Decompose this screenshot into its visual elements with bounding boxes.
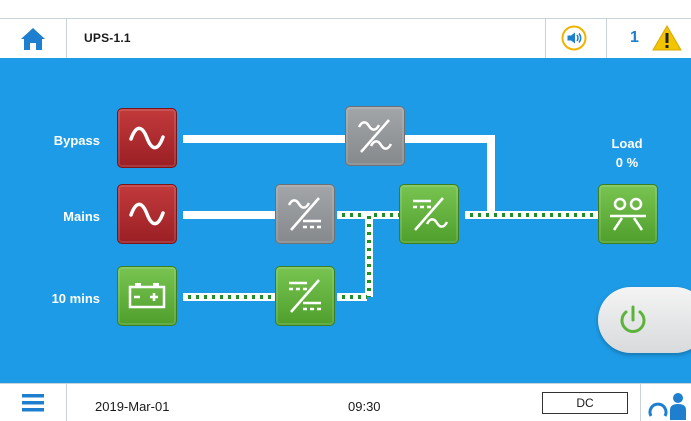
bypass-line [487, 135, 495, 215]
battery-runtime-label: 10 mins [51, 291, 100, 306]
bypass-line [183, 135, 345, 143]
mimic-diagram: Bypass Mains 10 mins Load 0 % [0, 58, 691, 383]
bypass-line [405, 135, 495, 143]
device-name: UPS-1.1 [84, 31, 131, 45]
battery-button[interactable] [117, 266, 177, 326]
load-title: Load [611, 136, 643, 151]
rectifier-icon [287, 197, 321, 231]
footer-bar: 2019-Mar-01 09:30 DC [0, 383, 691, 421]
inverter-button[interactable] [399, 184, 459, 244]
load-value: 0 % [615, 155, 639, 170]
header-bar: UPS-1.1 1 [0, 18, 691, 59]
operating-mode-label: DC [576, 396, 594, 410]
speaker-icon[interactable] [561, 25, 587, 51]
home-button[interactable] [8, 22, 58, 55]
rectifier-button[interactable] [275, 184, 335, 244]
battery-converter-button[interactable] [275, 266, 335, 326]
bypass-label: Bypass [53, 133, 100, 148]
header-divider [66, 19, 67, 58]
sine-wave-icon [129, 126, 165, 150]
footer-divider [66, 384, 67, 421]
time-display: 09:30 [348, 399, 381, 414]
home-icon [21, 27, 45, 50]
users-icon[interactable] [648, 392, 688, 420]
warning-icon[interactable] [652, 25, 682, 51]
date-display: 2019-Mar-01 [95, 399, 170, 414]
bypass-source-button[interactable] [117, 108, 177, 168]
power-button[interactable] [598, 287, 691, 353]
ac-ac-converter-icon [357, 119, 393, 153]
mains-label: Mains [63, 209, 100, 224]
alarm-count[interactable]: 1 [630, 29, 639, 47]
menu-icon[interactable] [20, 392, 46, 414]
header-divider [606, 19, 607, 58]
load-button[interactable] [598, 184, 658, 244]
ups-screen: UPS-1.1 1 Bypass Mains 10 mins Load 0 % … [0, 0, 691, 421]
dc-link-line [337, 293, 367, 301]
header-divider [545, 19, 546, 58]
footer-divider [640, 384, 641, 421]
mains-line [183, 211, 275, 219]
dc-dc-converter-icon [289, 279, 321, 313]
sine-wave-icon [129, 202, 165, 226]
battery-line [183, 293, 275, 301]
operating-mode-badge: DC [542, 392, 628, 414]
dc-link-line [365, 211, 373, 297]
battery-icon [128, 283, 166, 309]
static-bypass-button[interactable] [345, 106, 405, 166]
inverter-icon [413, 197, 449, 231]
mains-source-button[interactable] [117, 184, 177, 244]
power-icon [620, 305, 646, 333]
load-icon [610, 197, 646, 231]
output-line [465, 211, 598, 219]
